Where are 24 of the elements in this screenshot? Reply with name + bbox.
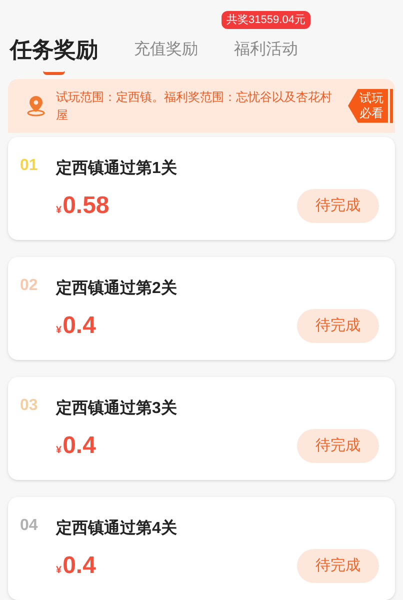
task-title: 定西镇通过第2关 — [56, 278, 178, 299]
tab[interactable]: 充值奖励 — [134, 34, 198, 65]
reward-amount: ¥0.58 — [56, 191, 110, 221]
status-button[interactable]: 待完成 — [297, 309, 379, 343]
status-button[interactable]: 待完成 — [297, 549, 379, 583]
prize-badge: 共奖31559.04元 — [222, 10, 310, 29]
task-title: 定西镇通过第4关 — [56, 518, 178, 539]
task-number: 04 — [20, 516, 39, 536]
task-number: 03 — [20, 396, 39, 416]
reward-amount: ¥0.4 — [56, 311, 96, 341]
status-button[interactable]: 待完成 — [297, 429, 379, 463]
status-button[interactable]: 待完成 — [297, 189, 379, 223]
task-title: 定西镇通过第3关 — [56, 398, 178, 419]
task-number: 01 — [20, 156, 39, 176]
tab[interactable]: 任务奖励 — [10, 34, 98, 65]
reward-amount: ¥0.4 — [56, 551, 96, 581]
task-title: 定西镇通过第1关 — [56, 158, 178, 179]
tab-indicator — [43, 70, 65, 75]
reward-amount: ¥0.4 — [56, 431, 96, 461]
tab[interactable]: 福利活动 — [234, 34, 298, 65]
trial-tag[interactable]: 试玩必看 — [348, 88, 388, 123]
notice-text: 试玩范围：定西镇。福利奖范围：忘忧谷以及杏花村屋 — [56, 88, 333, 124]
task-number: 02 — [20, 276, 39, 296]
location-pin-icon — [26, 94, 46, 117]
